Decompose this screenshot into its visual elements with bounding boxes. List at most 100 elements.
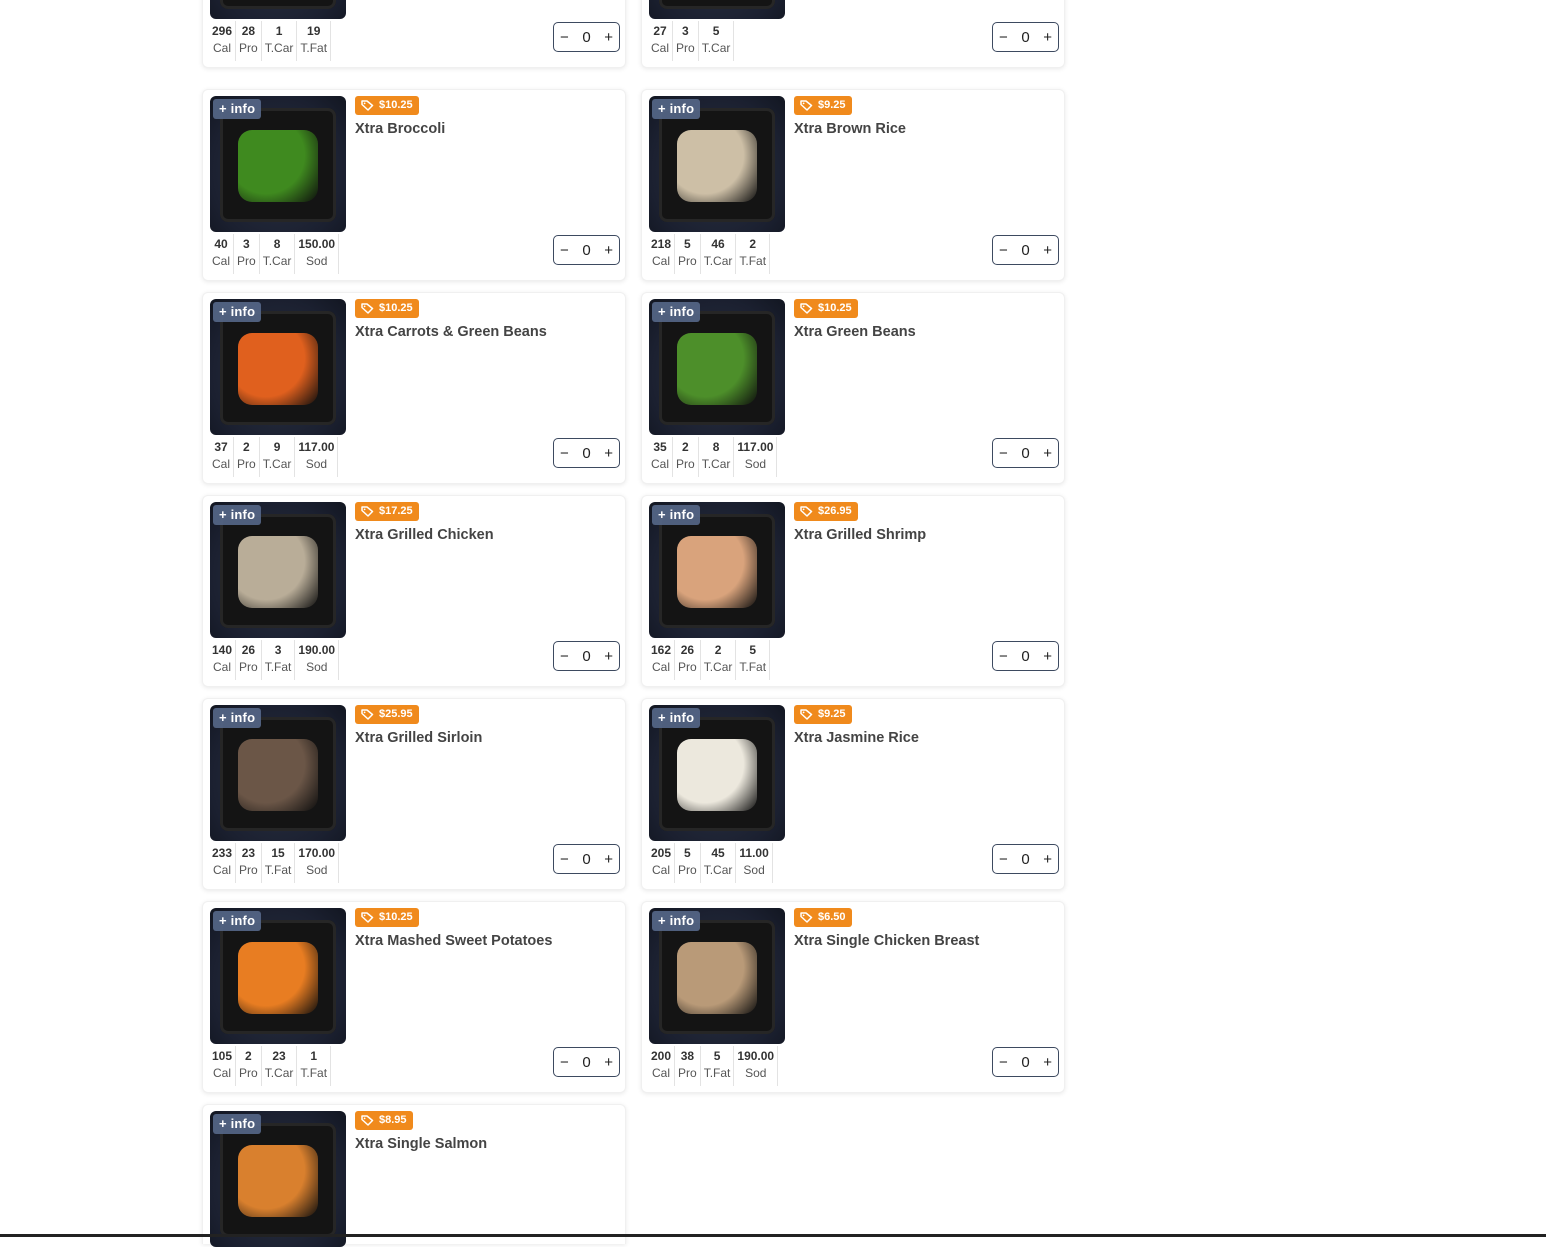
- info-button[interactable]: + info: [652, 99, 701, 119]
- increment-button[interactable]: +: [604, 445, 613, 462]
- decrement-button[interactable]: −: [999, 1054, 1008, 1071]
- info-button[interactable]: + info: [213, 302, 262, 322]
- meal-image[interactable]: + info: [210, 502, 346, 638]
- info-button[interactable]: + info: [213, 99, 262, 119]
- nutrition-value: 140: [212, 643, 233, 657]
- decrement-button[interactable]: −: [999, 445, 1008, 462]
- nutrition-label: Pro: [678, 660, 697, 674]
- price-tag-icon: [800, 302, 813, 314]
- increment-button[interactable]: +: [604, 1054, 613, 1071]
- meal-image[interactable]: + info: [649, 705, 785, 841]
- meal-name[interactable]: Xtra Broccoli: [355, 121, 445, 137]
- nutrition-label: Cal: [213, 1066, 232, 1080]
- increment-button[interactable]: +: [1043, 1054, 1052, 1071]
- nutrition-value: 9: [273, 440, 281, 454]
- nutrition-value: 3: [243, 237, 250, 251]
- nutrition-cell: 8 T.Car: [258, 234, 295, 274]
- nutrition-value: 23: [272, 1049, 286, 1063]
- nutrition-label: Pro: [676, 41, 695, 55]
- nutrition-label: T.Car: [701, 41, 731, 55]
- nutrition-label: Sod: [306, 863, 328, 877]
- nutrition-label: Pro: [239, 660, 258, 674]
- decrement-button[interactable]: −: [560, 242, 569, 259]
- meal-tray: [220, 920, 336, 1034]
- decrement-button[interactable]: −: [999, 851, 1008, 868]
- nutrition-value: 8: [273, 237, 281, 251]
- meal-image[interactable]: + info: [649, 502, 785, 638]
- increment-button[interactable]: +: [604, 648, 613, 665]
- decrement-button[interactable]: −: [560, 445, 569, 462]
- nutrition-label: Cal: [652, 1066, 671, 1080]
- meal-name[interactable]: Xtra Carrots & Green Beans: [355, 324, 547, 340]
- meal-image[interactable]: + info: [210, 299, 346, 435]
- price-badge: $10.25: [355, 299, 419, 318]
- info-button[interactable]: + info: [213, 1114, 262, 1134]
- info-button[interactable]: + info: [652, 911, 701, 931]
- price-tag-icon: [361, 99, 374, 111]
- quantity-stepper: −0 +: [992, 1047, 1059, 1077]
- meal-image[interactable]: + info: [210, 908, 346, 1044]
- meal-image[interactable]: + info: [210, 0, 346, 19]
- decrement-button[interactable]: −: [560, 851, 569, 868]
- decrement-button[interactable]: −: [560, 1054, 569, 1071]
- price-badge: $26.95: [794, 502, 858, 521]
- meal-image[interactable]: + info: [649, 0, 785, 19]
- nutrition-value: 2: [245, 1049, 252, 1063]
- nutrition-value: 28: [241, 24, 256, 38]
- meal-name[interactable]: Xtra Grilled Shrimp: [794, 527, 926, 543]
- meal-name[interactable]: Xtra Grilled Sirloin: [355, 730, 482, 746]
- increment-button[interactable]: +: [1043, 648, 1052, 665]
- meal-image[interactable]: + info: [210, 705, 346, 841]
- meal-card: + info $25.95 Xtra Grilled Sirloin 233 Cal 23…: [202, 698, 626, 890]
- price-text: $10.25: [379, 911, 413, 923]
- meal-image[interactable]: + info: [210, 96, 346, 232]
- meal-name[interactable]: Xtra Single Chicken Breast: [794, 933, 979, 949]
- decrement-button[interactable]: −: [999, 29, 1008, 46]
- meal-name[interactable]: Xtra Mashed Sweet Potatoes: [355, 933, 552, 949]
- nutrition-cell: 15 T.Fat: [260, 843, 295, 883]
- nutrition-value: 11.00: [739, 846, 769, 860]
- price-text: $10.25: [379, 99, 413, 111]
- decrement-button[interactable]: −: [999, 242, 1008, 259]
- info-button[interactable]: + info: [652, 505, 701, 525]
- nutrition-label: Sod: [744, 457, 767, 471]
- price-text: $8.95: [379, 1114, 407, 1126]
- nutrition-value: 38: [680, 1049, 695, 1063]
- info-button[interactable]: + info: [652, 302, 701, 322]
- info-button[interactable]: + info: [213, 708, 262, 728]
- decrement-button[interactable]: −: [560, 648, 569, 665]
- decrement-button[interactable]: −: [560, 29, 569, 46]
- meal-image[interactable]: + info: [649, 908, 785, 1044]
- meal-name[interactable]: Xtra Green Beans: [794, 324, 916, 340]
- nutrition-value: 162: [651, 643, 672, 657]
- nutrition-value: 15: [271, 846, 285, 860]
- info-button[interactable]: + info: [213, 911, 262, 931]
- nutrition-cell: 28 Pro: [235, 21, 261, 61]
- increment-button[interactable]: +: [604, 29, 613, 46]
- meal-name[interactable]: Xtra Brown Rice: [794, 121, 906, 137]
- meal-image[interactable]: + info: [649, 299, 785, 435]
- increment-button[interactable]: +: [1043, 445, 1052, 462]
- nutrition-cell: 190.00 Sod: [294, 640, 338, 680]
- meal-name[interactable]: Xtra Grilled Chicken: [355, 527, 494, 543]
- nutrition-cell: 40 Cal: [209, 234, 233, 274]
- increment-button[interactable]: +: [1043, 242, 1052, 259]
- nutrition-cell: 1 T.Car: [260, 21, 297, 61]
- meal-food: [677, 739, 757, 811]
- info-button[interactable]: + info: [652, 708, 701, 728]
- nutrition-cell: 5 T.Fat: [735, 640, 769, 680]
- nutrition-value: 218: [651, 237, 672, 251]
- meal-name[interactable]: Xtra Single Salmon: [355, 1136, 487, 1152]
- increment-button[interactable]: +: [604, 242, 613, 259]
- increment-button[interactable]: +: [1043, 851, 1052, 868]
- info-button[interactable]: + info: [213, 505, 262, 525]
- meal-name[interactable]: Xtra Jasmine Rice: [794, 730, 919, 746]
- increment-button[interactable]: +: [1043, 29, 1052, 46]
- decrement-button[interactable]: −: [999, 648, 1008, 665]
- meal-image[interactable]: + info: [210, 1111, 346, 1247]
- meal-image[interactable]: + info: [649, 96, 785, 232]
- nutrition-label: Pro: [678, 863, 697, 877]
- increment-button[interactable]: +: [604, 851, 613, 868]
- meal-food: [238, 1145, 318, 1217]
- nutrition-label: Cal: [212, 457, 231, 471]
